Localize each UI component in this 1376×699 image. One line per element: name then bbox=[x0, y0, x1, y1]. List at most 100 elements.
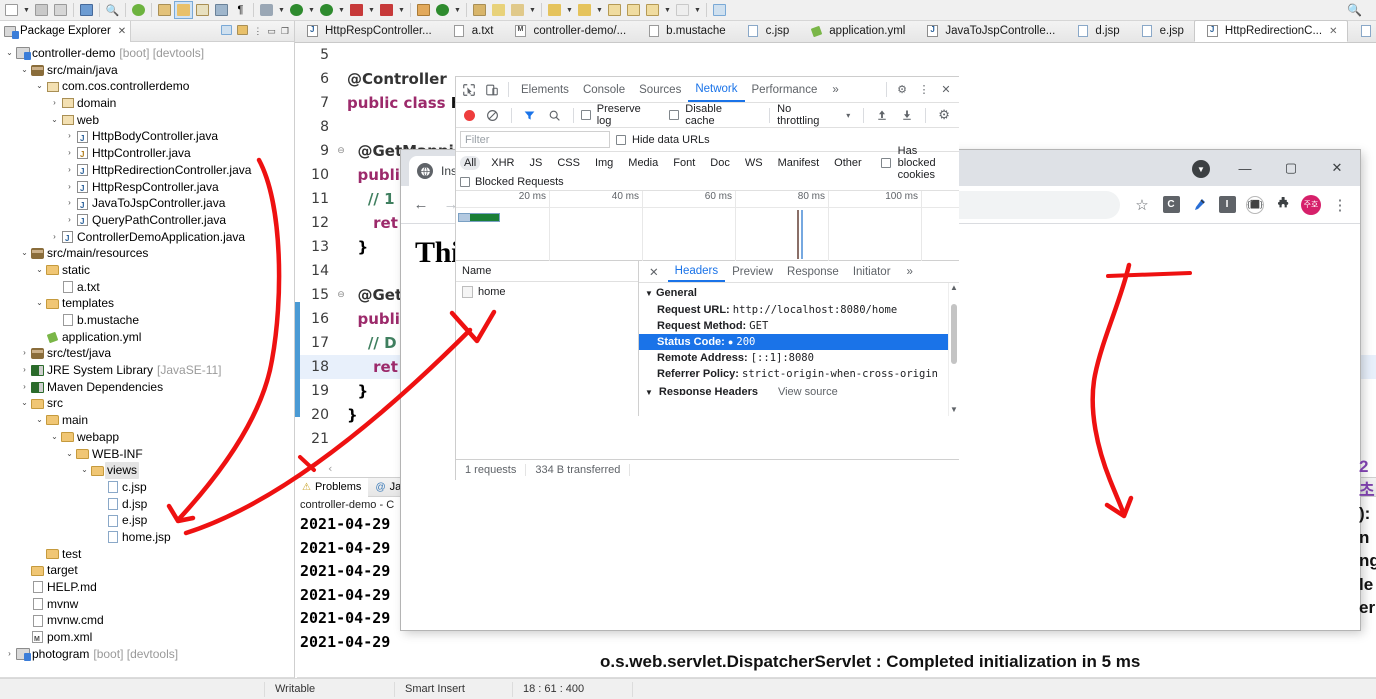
editor-tab-httpredirectionc[interactable]: HttpRedirectionC... ✕ bbox=[1193, 20, 1349, 42]
puzzle-icon[interactable] bbox=[1270, 192, 1296, 218]
resource-type-filter-css[interactable]: CSS bbox=[553, 156, 584, 170]
chevron-right-icon[interactable]: › bbox=[64, 162, 75, 179]
tree-item-e-jsp[interactable]: e.jsp bbox=[0, 512, 294, 529]
eyedropper-icon[interactable] bbox=[1186, 192, 1212, 218]
tree-item-querypathcontroller-java[interactable]: › QueryPathController.java bbox=[0, 212, 294, 231]
chevron-down-icon[interactable]: ⌄ bbox=[34, 262, 45, 279]
filter-icon[interactable] bbox=[519, 104, 541, 126]
run-icon[interactable] bbox=[287, 1, 306, 19]
tree-item-webapp[interactable]: ⌄ webapp bbox=[0, 429, 294, 446]
new-class-icon[interactable] bbox=[433, 1, 452, 19]
resource-type-filter-ws[interactable]: WS bbox=[741, 156, 767, 170]
header-row-request-url[interactable]: Request URL: http://localhost:8080/home bbox=[639, 302, 948, 318]
bookmark-star-icon[interactable]: ☆ bbox=[1128, 191, 1156, 219]
java-perspective-icon[interactable] bbox=[174, 1, 193, 19]
resource-type-filter-xhr[interactable]: XHR bbox=[487, 156, 518, 170]
stop-dropdown-icon[interactable]: ▼ bbox=[366, 1, 377, 19]
whatfont-icon[interactable]: {⬛} bbox=[1242, 192, 1268, 218]
has-blocked-cookies-checkbox[interactable] bbox=[880, 157, 891, 168]
debug-icon[interactable] bbox=[257, 1, 276, 19]
new-class-dropdown-icon[interactable]: ▼ bbox=[452, 1, 463, 19]
editor-tab-httprespcontroller[interactable]: HttpRespController... bbox=[295, 20, 442, 42]
external-tools-icon[interactable] bbox=[710, 1, 729, 19]
editor-scroll-left-icon[interactable]: ‹ bbox=[328, 462, 332, 475]
editor-tab-javatojspcontrolle[interactable]: JavaToJspControlle... bbox=[915, 20, 1065, 42]
editor-tab-controller-demo[interactable]: controller-demo/... bbox=[503, 20, 636, 42]
tree-item-httprespcontroller-java[interactable]: › HttpRespController.java bbox=[0, 179, 294, 198]
requests-column-header[interactable]: Name bbox=[456, 261, 638, 282]
chevron-right-icon[interactable]: › bbox=[64, 195, 75, 212]
chevron-down-icon[interactable]: ⌄ bbox=[49, 429, 60, 446]
chevron-right-icon[interactable]: › bbox=[4, 646, 15, 663]
tree-item-mvnw[interactable]: mvnw bbox=[0, 596, 294, 613]
blocked-requests-checkbox[interactable] bbox=[460, 176, 470, 187]
record-button[interactable] bbox=[464, 109, 475, 121]
step-into-dropdown-icon[interactable]: ▼ bbox=[564, 1, 575, 19]
tree-item-httpredirectioncontroller-java[interactable]: › HttpRedirectionController.java bbox=[0, 162, 294, 181]
resource-type-filter-media[interactable]: Media bbox=[624, 156, 662, 170]
header-row-referrer-policy[interactable]: Referrer Policy: strict-origin-when-cros… bbox=[639, 366, 948, 382]
forward-nav-icon[interactable] bbox=[624, 1, 643, 19]
network-settings-icon[interactable]: ⚙ bbox=[933, 104, 955, 126]
tab-problems[interactable]: ⚠ Problems bbox=[295, 477, 369, 497]
devtools-tab-sources[interactable]: Sources bbox=[632, 77, 688, 102]
new-wizard-icon[interactable] bbox=[2, 1, 21, 19]
chevron-right-icon[interactable]: › bbox=[49, 95, 60, 112]
resource-type-filter-js[interactable]: JS bbox=[525, 156, 546, 170]
search-toolbar-icon[interactable]: 🔍 bbox=[103, 1, 122, 19]
devtools-tab-console[interactable]: Console bbox=[576, 77, 632, 102]
tree-item-com-cos-controllerdemo[interactable]: ⌄ com.cos.controllerdemo bbox=[0, 78, 294, 95]
tree-item-b-mustache[interactable]: b.mustache bbox=[0, 312, 294, 329]
tree-item-home-jsp[interactable]: home.jsp bbox=[0, 529, 294, 546]
clear-button[interactable] bbox=[482, 104, 504, 126]
kebab-menu-icon[interactable]: ⋮ bbox=[913, 79, 935, 101]
inspect-element-icon[interactable] bbox=[458, 79, 480, 101]
tree-item-src-main-java[interactable]: ⌄ src/main/java bbox=[0, 62, 294, 79]
coverage-dropdown-icon[interactable]: ▼ bbox=[336, 1, 347, 19]
chevron-down-icon[interactable]: ▾ bbox=[846, 111, 850, 120]
response-headers-section-title[interactable]: ▼ Response Headers View source bbox=[639, 382, 948, 395]
relaunch-icon[interactable] bbox=[377, 1, 396, 19]
back-icon[interactable]: ← bbox=[407, 191, 435, 219]
back-history-icon[interactable] bbox=[643, 1, 662, 19]
tree-item-photogram[interactable]: › photogram [boot] [devtools] bbox=[0, 646, 294, 663]
stop-icon[interactable] bbox=[347, 1, 366, 19]
devtools-tab-network[interactable]: Network bbox=[688, 77, 745, 102]
gear-icon[interactable]: ⚙ bbox=[891, 79, 913, 101]
back-history-dropdown-icon[interactable]: ▼ bbox=[662, 1, 673, 19]
detail-tab-initiator[interactable]: Initiator bbox=[846, 261, 898, 282]
network-type-filters[interactable]: All XHR JS CSS Img Media Font Doc WS Manifest Othe… bbox=[456, 145, 959, 181]
step-over-icon[interactable] bbox=[575, 1, 594, 19]
import-har-icon[interactable] bbox=[871, 104, 893, 126]
editor-tab-application-yml[interactable]: application.yml bbox=[799, 20, 915, 42]
editor-tab-d-jsp[interactable]: d.jsp bbox=[1065, 20, 1129, 42]
chrome-menu-icon[interactable]: ⋮ bbox=[1326, 191, 1354, 219]
header-row-request-method[interactable]: Request Method: GET bbox=[639, 318, 948, 334]
tree-item-javatojspcontroller-java[interactable]: › JavaToJspController.java bbox=[0, 195, 294, 214]
editor-tab-c-jsp[interactable]: c.jsp bbox=[736, 20, 800, 42]
chevron-down-icon[interactable]: ⌄ bbox=[79, 462, 90, 479]
ime-icon[interactable]: I bbox=[1214, 192, 1240, 218]
general-section-title[interactable]: ▼ General bbox=[639, 283, 948, 302]
relaunch-dropdown-icon[interactable]: ▼ bbox=[396, 1, 407, 19]
tree-item-views[interactable]: ⌄ views bbox=[0, 462, 294, 479]
tree-item-httpbodycontroller-java[interactable]: › HttpBodyController.java bbox=[0, 128, 294, 147]
scrollbar-thumb[interactable] bbox=[951, 304, 957, 364]
device-toolbar-icon[interactable] bbox=[481, 79, 503, 101]
print-icon[interactable] bbox=[77, 1, 96, 19]
tree-item-controller-demo[interactable]: ⌄ controller-demo [boot] [devtools] bbox=[0, 45, 294, 62]
close-icon[interactable]: ✕ bbox=[1329, 26, 1337, 37]
close-icon[interactable]: ✕ bbox=[118, 26, 126, 37]
marker-icon[interactable] bbox=[489, 1, 508, 19]
chevron-down-icon[interactable]: ⌄ bbox=[34, 295, 45, 312]
header-row-status-code[interactable]: Status Code: ● 200 bbox=[639, 334, 948, 350]
tree-item-d-jsp[interactable]: d.jsp bbox=[0, 496, 294, 513]
chevron-right-icon[interactable]: › bbox=[19, 362, 30, 379]
scroll-down-icon[interactable]: ▼ bbox=[949, 405, 959, 414]
request-detail-tabs[interactable]: ✕ Headers Preview Response Initiator » bbox=[639, 261, 959, 283]
chevron-down-icon[interactable]: ⌄ bbox=[4, 45, 15, 62]
resource-type-filter-manifest[interactable]: Manifest bbox=[774, 156, 824, 170]
devtools-tab-performance[interactable]: Performance bbox=[745, 77, 825, 102]
tree-item-c-jsp[interactable]: c.jsp bbox=[0, 479, 294, 496]
chevron-right-icon[interactable]: › bbox=[19, 345, 30, 362]
